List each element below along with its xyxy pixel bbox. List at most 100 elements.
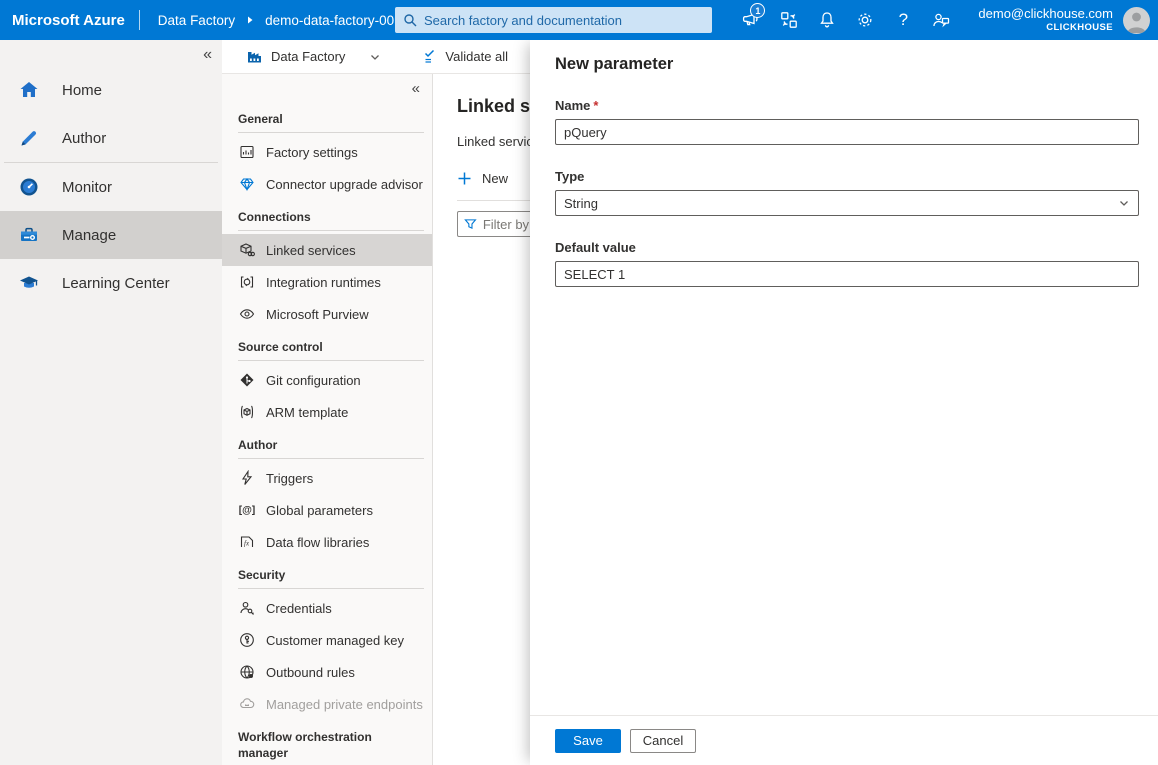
diamond-icon (239, 176, 255, 192)
pencil-icon (18, 127, 40, 149)
section-header-security: Security (222, 558, 432, 588)
new-button[interactable]: New (457, 171, 527, 186)
integration-runtimes-icon (239, 274, 255, 290)
default-value-label: Default value (555, 240, 1139, 255)
validate-all-button[interactable]: Validate all (421, 48, 508, 65)
search-icon (403, 13, 417, 27)
section-header-workflow-orchestration-manager: Workflow orchestration manager (222, 720, 402, 765)
factory-selector-label: Data Factory (271, 49, 345, 64)
panel-title: New parameter (555, 55, 1139, 74)
leftnav-label: Monitor (62, 179, 112, 196)
section-rule (238, 132, 424, 133)
switch-directory-icon (779, 10, 799, 30)
sidebar-item-learning-center[interactable]: Learning Center (0, 259, 222, 307)
breadcrumb-app[interactable]: Data Factory (158, 13, 235, 28)
sidebar-item-integration-runtimes[interactable]: Integration runtimes (222, 266, 432, 298)
section-rule (238, 588, 424, 589)
user-email: demo@clickhouse.com (978, 6, 1113, 22)
sidebar-item-factory-settings[interactable]: Factory settings (222, 136, 432, 168)
topbar-divider (139, 10, 140, 30)
new-button-label: New (482, 171, 508, 186)
leftnav-collapse-icon[interactable]: « (203, 46, 212, 64)
feedback-icon (931, 10, 951, 30)
sidebar-item-data-flow-libraries[interactable]: fx Data flow libraries (222, 526, 432, 558)
sidebar-item-author[interactable]: Author (0, 114, 222, 162)
sidebar-item-connector-upgrade-advisor[interactable]: Connector upgrade advisor (222, 168, 432, 200)
gauge-icon (18, 176, 40, 198)
leftnav-label: Home (62, 82, 102, 99)
eye-icon (239, 306, 255, 322)
sidebar-item-label: Connector upgrade advisor (266, 177, 423, 192)
sidebar-item-arm-template[interactable]: ARM template (222, 396, 432, 428)
graduation-cap-icon (18, 272, 40, 294)
default-value-field[interactable] (555, 261, 1139, 287)
sidebar-item-global-parameters[interactable]: [@] Global parameters (222, 494, 432, 526)
validate-all-label: Validate all (445, 49, 508, 64)
sidebar-item-label: Outbound rules (266, 665, 355, 680)
settings-button[interactable] (846, 0, 884, 40)
credentials-icon (239, 600, 255, 616)
sidebar-item-label: Credentials (266, 601, 332, 616)
leftnav-label: Manage (62, 227, 116, 244)
sidebar-item-label: Managed private endpoints (266, 697, 423, 712)
sidebar-item-label: Git configuration (266, 373, 361, 388)
sidebar-item-managed-private-endpoints[interactable]: Managed private endpoints (222, 688, 432, 720)
cloud-icon (239, 696, 255, 712)
breadcrumb-chevron-icon (245, 15, 255, 25)
factory-icon (246, 48, 263, 65)
arm-template-icon (239, 404, 255, 420)
section-rule (238, 230, 424, 231)
left-nav: « Home Author Monitor (0, 40, 222, 765)
factory-selector[interactable]: Data Factory (246, 48, 381, 65)
sidebar-item-monitor[interactable]: Monitor (0, 163, 222, 211)
search-input[interactable] (424, 13, 704, 28)
whats-new-button[interactable]: 1 (732, 0, 770, 40)
switch-directory-button[interactable] (770, 0, 808, 40)
cancel-button[interactable]: Cancel (630, 729, 696, 753)
plus-icon (457, 171, 472, 186)
sidebar-item-outbound-rules[interactable]: Outbound rules (222, 656, 432, 688)
chevron-down-icon (1118, 197, 1130, 209)
account-info[interactable]: demo@clickhouse.com CLICKHOUSE (978, 6, 1113, 34)
type-dropdown[interactable]: String (555, 190, 1139, 216)
validate-icon (421, 48, 438, 65)
type-dropdown-value: String (564, 196, 598, 211)
section-header-general: General (222, 102, 432, 132)
sidebar-item-linked-services[interactable]: Linked services (222, 234, 432, 266)
user-org: CLICKHOUSE (978, 22, 1113, 34)
chevron-down-icon (369, 51, 381, 63)
sidebar-item-label: Customer managed key (266, 633, 404, 648)
new-parameter-panel: New parameter Name* Type String Default … (530, 40, 1158, 765)
name-field[interactable] (555, 119, 1139, 145)
sidebar-item-customer-managed-key[interactable]: Customer managed key (222, 624, 432, 656)
sidebar-item-git-configuration[interactable]: Git configuration (222, 364, 432, 396)
name-label-text: Name (555, 98, 590, 113)
notifications-button[interactable] (808, 0, 846, 40)
feedback-button[interactable] (922, 0, 960, 40)
key-icon (239, 632, 255, 648)
breadcrumb-factory[interactable]: demo-data-factory-00 (265, 13, 394, 28)
azure-brand[interactable]: Microsoft Azure (0, 12, 139, 29)
svg-text:fx: fx (244, 540, 250, 548)
sidebar-item-home[interactable]: Home (0, 66, 222, 114)
azure-top-bar: Microsoft Azure Data Factory demo-data-f… (0, 0, 1158, 40)
topbar-actions: 1 ? (732, 0, 1158, 40)
help-button[interactable]: ? (884, 0, 922, 40)
help-icon: ? (899, 10, 908, 30)
global-parameters-icon: [@] (238, 505, 256, 516)
topbar-search[interactable] (395, 7, 712, 33)
sidebar-item-manage[interactable]: Manage (0, 211, 222, 259)
notification-badge: 1 (750, 3, 765, 18)
sidebar-collapse-icon[interactable]: « (222, 74, 432, 102)
sidebar-item-credentials[interactable]: Credentials (222, 592, 432, 624)
sidebar-item-triggers[interactable]: Triggers (222, 462, 432, 494)
section-rule (238, 360, 424, 361)
sidebar-item-microsoft-purview[interactable]: Microsoft Purview (222, 298, 432, 330)
toolbox-icon (18, 224, 40, 246)
sidebar-item-label: Factory settings (266, 145, 358, 160)
avatar[interactable] (1123, 7, 1150, 34)
gear-icon (855, 10, 875, 30)
save-button[interactable]: Save (555, 729, 621, 753)
manage-sidebar: « General Factory settings Connector upg… (222, 74, 433, 765)
sidebar-item-label: Integration runtimes (266, 275, 381, 290)
